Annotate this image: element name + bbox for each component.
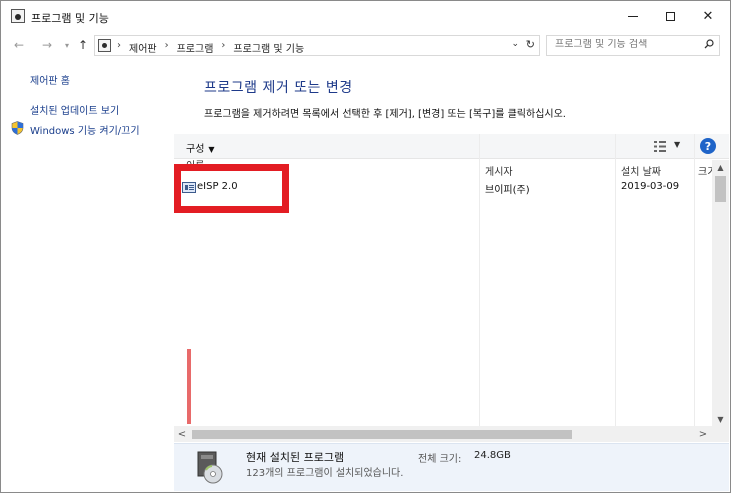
horizontal-scroll-thumb[interactable]: [192, 430, 572, 439]
total-size-value: 24.8GB: [474, 450, 511, 461]
minimize-button[interactable]: [614, 1, 652, 31]
back-button[interactable]: ←: [11, 37, 27, 53]
program-publisher: 브이피(주): [485, 185, 530, 196]
refresh-button[interactable]: ↻: [526, 38, 535, 51]
scroll-down-button[interactable]: ▼: [712, 412, 729, 426]
search-icon[interactable]: [704, 39, 714, 49]
column-header: 이름 게시자 설치 날짜 크기: [174, 157, 716, 178]
program-install-date: 2019-03-09: [621, 181, 680, 192]
control-panel-icon: [98, 39, 111, 52]
page-description: 프로그램을 제거하려면 목록에서 선택한 후 [제거], [변경] 또는 [복구…: [204, 109, 566, 120]
minimize-icon: [628, 15, 638, 17]
address-dropdown-button[interactable]: ⌄: [511, 39, 519, 49]
window-title: 프로그램 및 기능: [31, 12, 109, 25]
total-size-label: 전체 크기:: [418, 454, 462, 465]
organize-label: 구성: [186, 144, 205, 155]
shield-icon: [11, 121, 24, 135]
breadcrumb-separator[interactable]: ›: [221, 40, 225, 55]
column-name[interactable]: 이름: [186, 157, 204, 172]
scroll-up-button[interactable]: ▲: [712, 160, 729, 174]
details-title: 현재 설치된 프로그램: [246, 451, 345, 464]
program-name: eISP 2.0: [197, 181, 238, 192]
program-icon: [182, 182, 196, 193]
sidebar-item-control-panel-home[interactable]: 제어판 홈: [30, 72, 70, 87]
column-publisher[interactable]: 게시자: [485, 163, 513, 178]
help-icon[interactable]: ?: [700, 138, 716, 154]
breadcrumb-control-panel[interactable]: 제어판: [129, 40, 157, 55]
breadcrumb-separator[interactable]: ›: [165, 40, 169, 55]
chevron-down-icon: ▼: [208, 145, 215, 154]
maximize-button[interactable]: [651, 1, 689, 31]
command-bar: 구성 ▼ ▼ ?: [174, 134, 729, 159]
sidebar-item-view-installed-updates[interactable]: 설치된 업데이트 보기: [30, 102, 119, 117]
search-box[interactable]: [546, 35, 720, 56]
navigation-bar: ← → ▾ ↑ › 제어판 › 프로그램 › 프로그램 및 기능 ⌄ ↻: [1, 31, 730, 59]
details-pane: 현재 설치된 프로그램 전체 크기: 24.8GB 123개의 프로그램이 설치…: [174, 443, 729, 491]
programs-and-features-window: 프로그램 및 기능 ✕ ← → ▾ ↑ › 제어판 › 프로그램 › 프로그램 …: [0, 0, 731, 493]
vertical-scroll-thumb[interactable]: [715, 176, 726, 202]
view-options-icon[interactable]: [654, 141, 666, 152]
column-install-date[interactable]: 설치 날짜: [621, 163, 661, 178]
page-title: 프로그램 제거 또는 변경: [204, 80, 353, 96]
search-input[interactable]: [555, 39, 695, 50]
program-rows: eISP 2.0 브이피(주) 2019-03-09: [174, 178, 714, 196]
organize-button[interactable]: 구성 ▼: [186, 140, 215, 155]
maximize-icon: [665, 11, 675, 21]
vertical-scrollbar[interactable]: ▲ ▼: [712, 160, 729, 426]
program-list: 구성▼ ▼ ? 이름 게시자 설치 날짜 크기 eISP 2.0 브이피(주): [174, 134, 729, 442]
left-task-pane: 제어판 홈 설치된 업데이트 보기 Windows 기능 켜기/끄기: [1, 59, 173, 492]
breadcrumb-programs-and-features[interactable]: 프로그램 및 기능: [233, 40, 304, 55]
installer-disc-icon: [197, 451, 223, 484]
control-panel-icon: [11, 9, 25, 23]
close-icon: ✕: [702, 8, 714, 24]
close-button[interactable]: ✕: [689, 1, 727, 31]
address-bar[interactable]: › 제어판 › 프로그램 › 프로그램 및 기능 ⌄ ↻: [94, 35, 540, 56]
view-options-dropdown[interactable]: ▼: [674, 140, 680, 149]
horizontal-scrollbar[interactable]: < >: [174, 426, 729, 442]
title-bar: 프로그램 및 기능 ✕: [1, 1, 730, 31]
scroll-right-button[interactable]: >: [695, 426, 711, 442]
recent-locations-button[interactable]: ▾: [59, 37, 75, 53]
breadcrumb-programs[interactable]: 프로그램: [177, 40, 214, 55]
sidebar-item-windows-features[interactable]: Windows 기능 켜기/끄기: [30, 122, 140, 137]
red-annotation-mark: [187, 349, 191, 424]
breadcrumb-separator[interactable]: ›: [117, 40, 121, 55]
installed-count: 123개의 프로그램이 설치되었습니다.: [246, 468, 404, 479]
forward-button[interactable]: →: [39, 37, 55, 53]
up-button[interactable]: ↑: [75, 37, 91, 53]
table-row[interactable]: eISP 2.0 브이피(주) 2019-03-09: [174, 178, 714, 196]
scroll-left-button[interactable]: <: [174, 426, 190, 442]
breadcrumb: › 제어판 › 프로그램 › 프로그램 및 기능: [117, 40, 304, 55]
